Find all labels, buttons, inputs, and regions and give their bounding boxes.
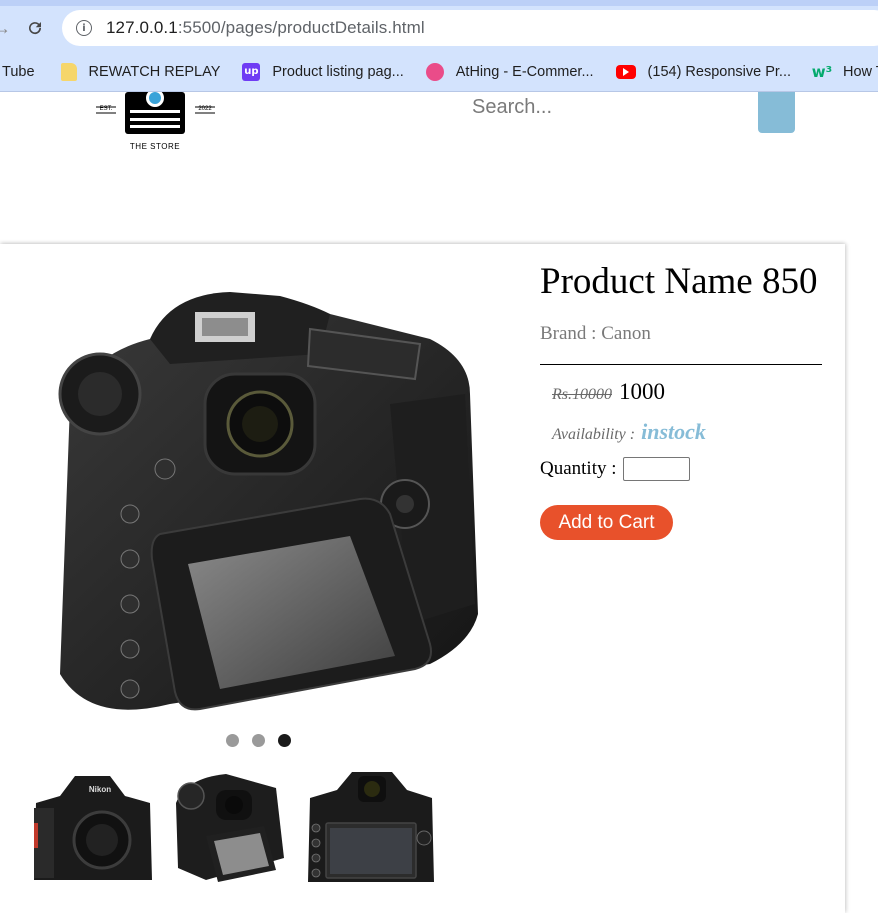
bookmarks-bar: Tube REWATCH REPLAY up Product listing p… xyxy=(0,52,878,92)
carousel-dot-active[interactable] xyxy=(278,734,291,747)
site-header: EST. 2022 THE STORE xyxy=(0,87,878,244)
old-price: Rs.10000 xyxy=(552,386,612,403)
bookmark-tube[interactable]: Tube xyxy=(2,64,35,80)
thumbnail-front[interactable]: Nikon xyxy=(30,768,156,886)
dribbble-icon xyxy=(425,62,444,81)
info-divider xyxy=(540,364,822,365)
logo-est-marks: EST. 2022 xyxy=(100,106,213,112)
product-brand: Brand : Canon xyxy=(540,323,651,344)
w3schools-icon: w³ xyxy=(811,62,833,81)
browser-toolbar: → i 127.0.0.1:5500/pages/productDetails.… xyxy=(0,0,878,52)
reload-glyph xyxy=(29,22,42,35)
tab-strip xyxy=(0,0,878,6)
url-text: 127.0.0.1:5500/pages/productDetails.html xyxy=(106,18,425,37)
product-info: Product Name 850 Brand : Canon Rs.10000 … xyxy=(540,260,822,540)
bookmark-responsive[interactable]: (154) Responsive Pr... xyxy=(615,63,792,80)
bookmark-label: AtHing - E-Commer... xyxy=(455,63,594,80)
carousel-dot[interactable] xyxy=(252,734,265,747)
thumbnail-back[interactable] xyxy=(302,768,434,886)
back-arrow-icon[interactable]: → xyxy=(0,14,16,42)
product-name: Product Name 850 xyxy=(540,261,818,302)
thumbnail-strip: Nikon xyxy=(30,768,434,886)
bookmark-how-to[interactable]: w³ How To xyxy=(811,62,878,81)
search-input[interactable] xyxy=(472,92,752,122)
carousel-dots xyxy=(226,734,291,747)
logo-year-text: 2022 xyxy=(198,106,212,112)
product-main-image[interactable] xyxy=(30,284,490,732)
camera-back-thumb xyxy=(308,772,434,882)
camera-image xyxy=(58,292,478,711)
quantity-input[interactable] xyxy=(622,457,690,481)
reload-icon[interactable] xyxy=(21,14,49,42)
thumbnail-back-tilted[interactable] xyxy=(166,768,292,886)
bookmark-rewatch-replay[interactable]: REWATCH REPLAY xyxy=(60,62,221,81)
store-logo[interactable]: EST. 2022 THE STORE xyxy=(92,87,218,156)
add-to-cart-button[interactable]: Add to Cart xyxy=(540,505,673,540)
upgrad-icon: up xyxy=(242,62,261,81)
price-row: Rs.10000 1000 xyxy=(540,379,822,405)
bookmark-label: (154) Responsive Pr... xyxy=(647,63,792,80)
bookmark-label: REWATCH REPLAY xyxy=(88,63,221,80)
youtube-icon xyxy=(615,64,636,79)
bookmark-product-listing[interactable]: up Product listing pag... xyxy=(242,62,404,81)
quantity-label: Quantity : xyxy=(540,458,617,479)
camera-tilt-thumb xyxy=(176,774,284,882)
availability-row: Availability : instock xyxy=(540,419,822,445)
bookmark-label: Product listing pag... xyxy=(272,63,404,80)
logo-caption: THE STORE xyxy=(129,142,181,151)
availability-status: instock xyxy=(641,419,706,444)
bookmark-label: Tube xyxy=(2,63,35,80)
folder-icon xyxy=(60,62,77,81)
availability-label: Availability : xyxy=(552,426,636,443)
bookmark-athing[interactable]: AtHing - E-Commer... xyxy=(425,62,594,81)
product-card: Nikon Product Name 850 Brand: Canon Rs.… xyxy=(0,244,845,913)
carousel-dot[interactable] xyxy=(226,734,239,747)
camera-front-thumb: Nikon xyxy=(34,776,152,880)
quantity-row: Quantity : xyxy=(540,457,822,481)
address-bar[interactable]: i 127.0.0.1:5500/pages/productDetails.ht… xyxy=(62,10,878,46)
bookmark-label: How To xyxy=(843,63,878,80)
site-info-icon[interactable]: i xyxy=(76,20,92,36)
thumb-brand-label: Nikon xyxy=(89,785,111,794)
search-button[interactable] xyxy=(758,92,795,133)
current-price: 1000 xyxy=(619,379,665,404)
logo-est-text: EST. xyxy=(100,106,113,112)
camera-logo-icon xyxy=(96,87,215,134)
